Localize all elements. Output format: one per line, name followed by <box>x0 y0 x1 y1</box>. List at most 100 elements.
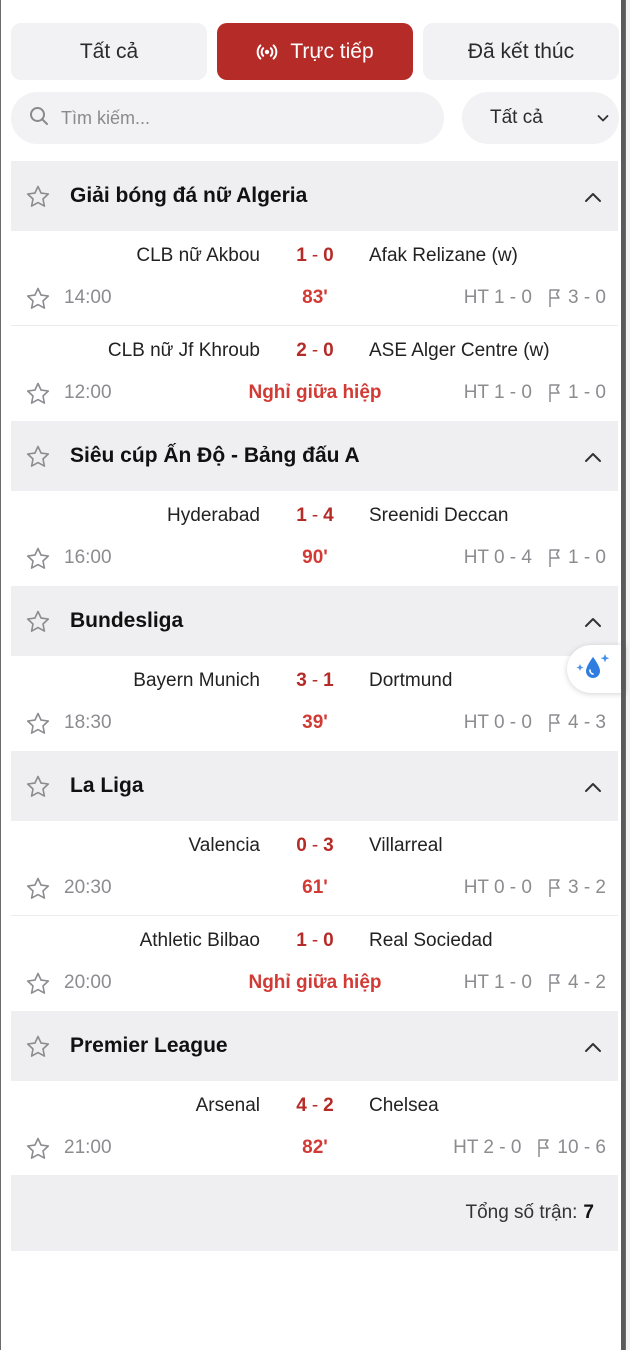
search-input[interactable] <box>61 107 401 129</box>
halftime-score: HT 1 - 0 <box>463 382 532 403</box>
match-stats: HT 0 - 4 1 - 0 <box>464 547 606 569</box>
league-header: Bundesliga <box>11 586 618 656</box>
star-icon[interactable] <box>25 1034 51 1065</box>
away-score: 0 <box>323 245 334 266</box>
scrollbar-edge <box>621 0 625 1350</box>
tab-finished[interactable]: Đã kết thúc <box>423 23 619 80</box>
home-score: 2 <box>296 340 307 361</box>
kickoff-time: 20:30 <box>64 877 112 898</box>
chevron-up-icon[interactable] <box>584 450 602 468</box>
halftime-score: HT 0 - 0 <box>463 877 532 898</box>
halftime-score: HT 1 - 0 <box>463 287 532 308</box>
match-row[interactable]: Valencia 0-3 Villarreal 20:30 61' HT 0 -… <box>11 821 618 916</box>
star-icon[interactable] <box>25 184 51 215</box>
away-team: Dortmund <box>369 670 453 691</box>
league-header: La Liga <box>11 751 618 821</box>
home-team: CLB nữ Jf Khroub <box>107 340 260 361</box>
league-name: Bundesliga <box>70 609 184 632</box>
star-icon[interactable] <box>25 286 51 317</box>
halftime-score: HT 1 - 0 <box>463 972 532 993</box>
match-score: 2-0 <box>275 340 355 362</box>
home-score: 3 <box>296 670 307 691</box>
home-team: Arsenal <box>195 1095 260 1116</box>
match-row[interactable]: CLB nữ Akbou 1-0 Afak Relizane (w) 14:00… <box>11 231 618 326</box>
match-status: 83' <box>302 287 328 308</box>
score-separator: - <box>311 1095 319 1116</box>
match-status: 61' <box>302 877 328 898</box>
match-stats: HT 1 - 0 3 - 0 <box>464 287 606 309</box>
home-team: Athletic Bilbao <box>139 930 260 951</box>
sparkle-drop-icon <box>573 650 611 689</box>
kickoff-time: 18:30 <box>64 712 112 733</box>
filter-select[interactable]: Tất cả <box>462 92 619 144</box>
home-score: 4 <box>296 1095 307 1116</box>
tab-all-label: Tất cả <box>79 39 139 63</box>
home-team: Hyderabad <box>167 505 260 526</box>
score-separator: - <box>311 245 319 266</box>
flag-icon <box>537 1138 551 1158</box>
total-count: 7 <box>583 1202 594 1223</box>
corner-count: 1 - 0 <box>567 547 606 568</box>
chevron-down-icon <box>595 110 611 132</box>
away-team: Villarreal <box>369 835 443 856</box>
star-icon[interactable] <box>25 711 51 742</box>
chevron-up-icon[interactable] <box>584 190 602 208</box>
away-score: 0 <box>323 930 334 951</box>
match-score: 1-4 <box>275 505 355 527</box>
match-score: 4-2 <box>275 1095 355 1117</box>
match-row[interactable]: Hyderabad 1-4 Sreenidi Deccan 16:00 90' … <box>11 491 618 586</box>
match-row[interactable]: Bayern Munich 3-1 Dortmund 18:30 39' HT … <box>11 656 618 751</box>
score-separator: - <box>311 670 319 691</box>
star-icon[interactable] <box>25 971 51 1002</box>
tab-live[interactable]: Trực tiếp <box>217 23 413 80</box>
flag-icon <box>548 288 562 308</box>
match-status: 90' <box>302 547 328 568</box>
league-name: Giải bóng đá nữ Algeria <box>70 184 308 207</box>
star-icon[interactable] <box>25 609 51 640</box>
total-matches-bar: Tổng số trận: 7 <box>11 1175 618 1251</box>
match-list: Giải bóng đá nữ Algeria CLB nữ Akbou 1-0… <box>11 161 618 1176</box>
home-score: 1 <box>296 245 307 266</box>
home-team: CLB nữ Akbou <box>136 245 260 266</box>
chevron-up-icon[interactable] <box>584 615 602 633</box>
chevron-up-icon[interactable] <box>584 780 602 798</box>
league-name: Premier League <box>70 1034 228 1057</box>
match-score: 1-0 <box>275 930 355 952</box>
away-team: ASE Alger Centre (w) <box>369 340 550 361</box>
star-icon[interactable] <box>25 444 51 475</box>
score-separator: - <box>311 930 319 951</box>
halftime-score: HT 2 - 0 <box>453 1137 522 1158</box>
star-icon[interactable] <box>25 876 51 907</box>
match-row[interactable]: CLB nữ Jf Khroub 2-0 ASE Alger Centre (w… <box>11 326 618 421</box>
match-status: Nghỉ giữa hiệp <box>248 972 382 993</box>
home-score: 0 <box>296 835 307 856</box>
corner-count: 1 - 0 <box>567 382 606 403</box>
away-score: 3 <box>323 835 334 856</box>
star-icon[interactable] <box>25 774 51 805</box>
total-label: Tổng số trận: <box>465 1202 578 1223</box>
chevron-up-icon[interactable] <box>584 1040 602 1058</box>
match-row[interactable]: Athletic Bilbao 1-0 Real Sociedad 20:00 … <box>11 916 618 1011</box>
match-score: 1-0 <box>275 245 355 267</box>
filter-selected-value: Tất cả <box>490 107 543 128</box>
star-icon[interactable] <box>25 381 51 412</box>
away-team: Chelsea <box>369 1095 439 1116</box>
kickoff-time: 20:00 <box>64 972 112 993</box>
league-name: La Liga <box>70 774 144 797</box>
league-header: Premier League <box>11 1011 618 1081</box>
assistant-button[interactable] <box>567 645 625 693</box>
app-frame: Tất cả Trực tiếp Đã kết thúc Tìm kiếm...… <box>0 0 626 1350</box>
home-score: 1 <box>296 930 307 951</box>
tab-all[interactable]: Tất cả <box>11 23 207 80</box>
tab-live-label: Trực tiếp <box>290 39 374 63</box>
home-score: 1 <box>296 505 307 526</box>
flag-icon <box>548 973 562 993</box>
halftime-score: HT 0 - 0 <box>463 712 532 733</box>
star-icon[interactable] <box>25 546 51 577</box>
match-stats: HT 0 - 0 3 - 2 <box>464 877 606 899</box>
match-stats: HT 1 - 0 1 - 0 <box>464 382 606 404</box>
kickoff-time: 12:00 <box>64 382 112 403</box>
match-row[interactable]: Arsenal 4-2 Chelsea 21:00 82' HT 2 - 0 1… <box>11 1081 618 1176</box>
search-box[interactable] <box>11 92 444 144</box>
star-icon[interactable] <box>25 1136 51 1167</box>
